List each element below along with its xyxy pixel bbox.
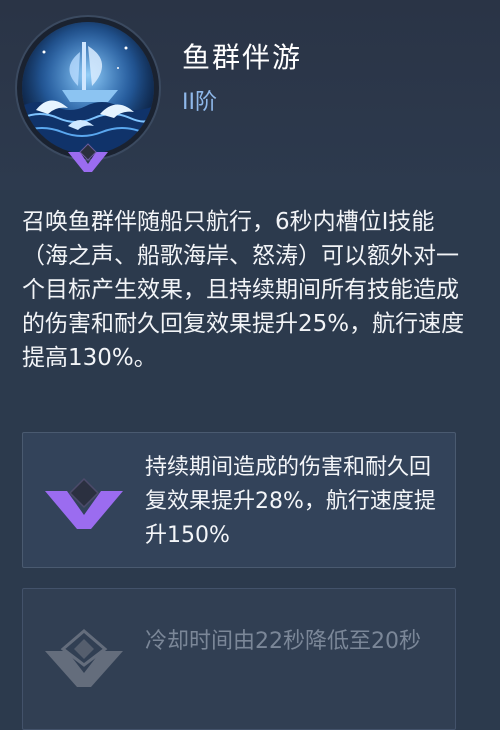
tier-2-emblem-icon bbox=[68, 143, 108, 172]
upgrade-text: 持续期间造成的伤害和耐久回复效果提升28%，航行速度提升150% bbox=[145, 455, 436, 548]
upgrade-text: 冷却时间由22秒降低至20秒 bbox=[145, 629, 421, 654]
tier-3-emblem-locked-icon bbox=[45, 629, 123, 687]
upgrade-card-tier-3[interactable]: 冷却时间由22秒降低至20秒 bbox=[22, 588, 456, 730]
skill-header: 鱼群伴游 II阶 bbox=[0, 0, 500, 190]
skill-description: 召唤鱼群伴随船只航行，6秒内槽位I技能（海之声、船歌海岸、怒涛）可以额外对一个目… bbox=[22, 209, 465, 371]
tier-2-emblem-icon bbox=[45, 477, 123, 529]
upgrade-card-tier-2[interactable]: 持续期间造成的伤害和耐久回复效果提升28%，航行速度提升150% bbox=[22, 432, 456, 568]
dolphin-ship-skill-icon bbox=[22, 22, 154, 154]
skill-avatar-frame[interactable] bbox=[18, 18, 158, 172]
skill-tier-label: II阶 bbox=[182, 90, 217, 115]
skill-name: 鱼群伴游 bbox=[182, 41, 303, 74]
